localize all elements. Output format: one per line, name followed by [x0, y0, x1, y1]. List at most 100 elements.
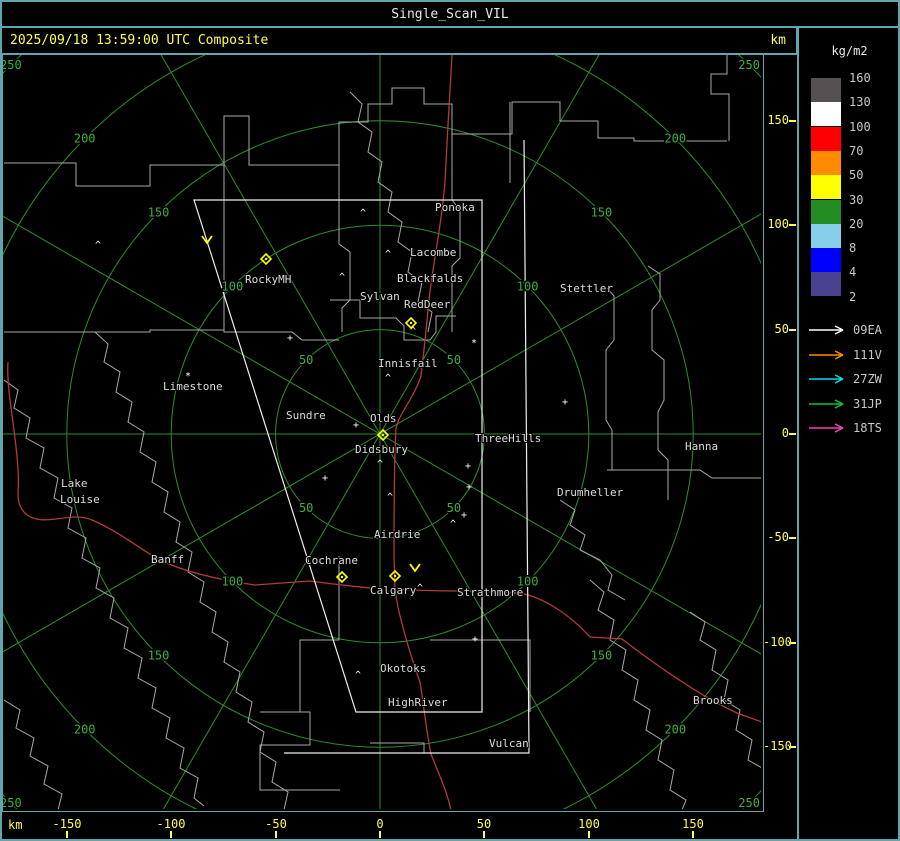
- range-ring-label: 50: [447, 501, 461, 515]
- city-labels: Ponoka RockyMH Lacombe Blackfalds Sylvan RedD…: [59, 200, 734, 751]
- city-label: Olds: [370, 412, 397, 425]
- right-distance-axis: 150 100 50 0 -50 -100 -150: [763, 54, 797, 811]
- radar-map-canvas[interactable]: 50 50 50 50 100 100 100 100 150 150 150 150 200 200 20…: [2, 54, 764, 812]
- range-ring-label: 150: [591, 206, 613, 220]
- scale-color-swatch: [811, 151, 841, 175]
- city-label: Stettler: [560, 282, 613, 295]
- map-point-marker: ^: [385, 373, 391, 384]
- axis-tick-label: 100: [578, 817, 600, 831]
- scale-unit-label: kg/m2: [831, 44, 868, 58]
- range-ring-label: 150: [591, 648, 613, 662]
- axis-tick-label: 150: [767, 113, 789, 127]
- scale-value-label: 8: [849, 241, 857, 255]
- range-ring-label: 200: [74, 722, 96, 736]
- city-label: Cochrane: [305, 554, 358, 567]
- axis-tick-label: -150: [763, 739, 792, 753]
- scale-color-swatch: [811, 200, 841, 224]
- scale-value-label: 100: [849, 120, 871, 134]
- radar-legend-item: 09EA: [807, 323, 897, 337]
- map-point-marker: +: [353, 420, 359, 431]
- radar-app-window: Single_Scan_VIL 2025/09/18 13:59:00 UTC …: [0, 0, 900, 841]
- map-point-marker: ^: [95, 240, 101, 251]
- range-ring-label: 250: [3, 796, 22, 809]
- city-label: ThreeHills: [475, 432, 541, 445]
- axis-tick: [483, 831, 485, 838]
- range-ring-label: 150: [148, 206, 170, 220]
- city-label: Louise: [60, 493, 100, 506]
- map-point-marker: ^: [360, 208, 366, 219]
- city-label: RockyMH: [245, 273, 291, 286]
- map-point-marker: ^: [385, 249, 391, 260]
- city-label: RedDeer: [404, 298, 451, 311]
- radar-id-label: 09EA: [853, 323, 882, 337]
- scale-color-swatch: [811, 127, 841, 151]
- range-ring-label: 50: [447, 353, 461, 367]
- axis-tick: [379, 831, 381, 838]
- diamond-marker-dot: [381, 433, 385, 437]
- axis-tick-label: -50: [767, 530, 789, 544]
- axis-tick-label: 0: [781, 426, 789, 440]
- city-label: Banff: [151, 553, 184, 566]
- right-axis-unit-label: km: [770, 33, 786, 48]
- axis-tick: [588, 831, 590, 838]
- axis-tick: [275, 831, 277, 838]
- scale-color-swatch: [811, 102, 841, 126]
- map-point-marker: ^: [417, 583, 423, 594]
- axis-tick-label: 50: [774, 322, 789, 336]
- axis-tick: [789, 329, 796, 331]
- scan-timestamp: 2025/09/18 13:59:00 UTC Composite: [10, 33, 269, 48]
- map-point-marker: ^: [339, 272, 345, 283]
- axis-tick: [66, 831, 68, 838]
- axis-tick-label: -50: [265, 817, 287, 831]
- scale-value-label: 2: [849, 290, 857, 304]
- radar-legend-item: 111V: [807, 348, 897, 362]
- map-point-marker: *: [471, 338, 477, 349]
- radar-arrow-icon: [809, 325, 844, 335]
- scale-value-label: 4: [849, 265, 857, 279]
- axis-tick-label: -150: [52, 817, 82, 831]
- scale-value-label: 50: [849, 168, 864, 182]
- axis-tick-label: -100: [763, 635, 792, 649]
- range-ring-label: 100: [222, 575, 244, 589]
- scale-color-swatch: [811, 272, 841, 296]
- scale-color-swatch: [811, 175, 841, 199]
- city-label: Lake: [61, 477, 88, 490]
- city-label: HighRiver: [388, 696, 448, 709]
- diamond-marker-dot: [264, 257, 268, 261]
- city-label: Vulcan: [489, 737, 529, 750]
- legend-panel: kg/m2 160 130 100 70 50 30 20 8 4 2 09EA 111V 27ZW 31…: [797, 28, 900, 839]
- window-title-bar[interactable]: Single_Scan_VIL: [2, 2, 898, 28]
- map-point-marker: ^: [387, 492, 393, 503]
- scale-color-swatch: [811, 224, 841, 248]
- range-ring-label: 50: [299, 353, 313, 367]
- scale-color-swatch: [811, 248, 841, 272]
- axis-tick-label: 50: [476, 817, 492, 831]
- scale-value-label: 130: [849, 95, 871, 109]
- bottom-axis-unit-label: km: [8, 818, 23, 832]
- axis-tick: [789, 120, 796, 122]
- city-label: Didsbury: [355, 443, 408, 456]
- radar-legend-item: 31JP: [807, 397, 897, 411]
- range-ring-label: 100: [517, 279, 539, 293]
- range-ring-label: 250: [3, 58, 22, 72]
- diamond-marker-dot: [340, 575, 344, 579]
- scale-value-label: 70: [849, 144, 864, 158]
- map-point-marker: ^: [377, 459, 383, 470]
- map-point-marker: +: [562, 397, 568, 408]
- city-label: Okotoks: [380, 662, 426, 675]
- radar-arrow-icon: [809, 423, 844, 433]
- axis-tick: [789, 746, 796, 748]
- range-ring-label: 200: [664, 132, 686, 146]
- radar-id-label: 31JP: [853, 396, 882, 411]
- city-label: Ponoka: [435, 201, 475, 214]
- axis-tick: [789, 537, 796, 539]
- city-label: Airdrie: [374, 528, 420, 541]
- city-label: Lacombe: [410, 246, 456, 259]
- city-label: Sylvan: [360, 290, 400, 303]
- city-label: Sundre: [286, 409, 326, 422]
- city-label: Innisfail: [378, 357, 438, 370]
- radar-id-label: 111V: [853, 347, 882, 362]
- v-marker: [409, 563, 421, 573]
- city-label: Drumheller: [557, 486, 624, 499]
- scale-color-swatch: [811, 78, 841, 102]
